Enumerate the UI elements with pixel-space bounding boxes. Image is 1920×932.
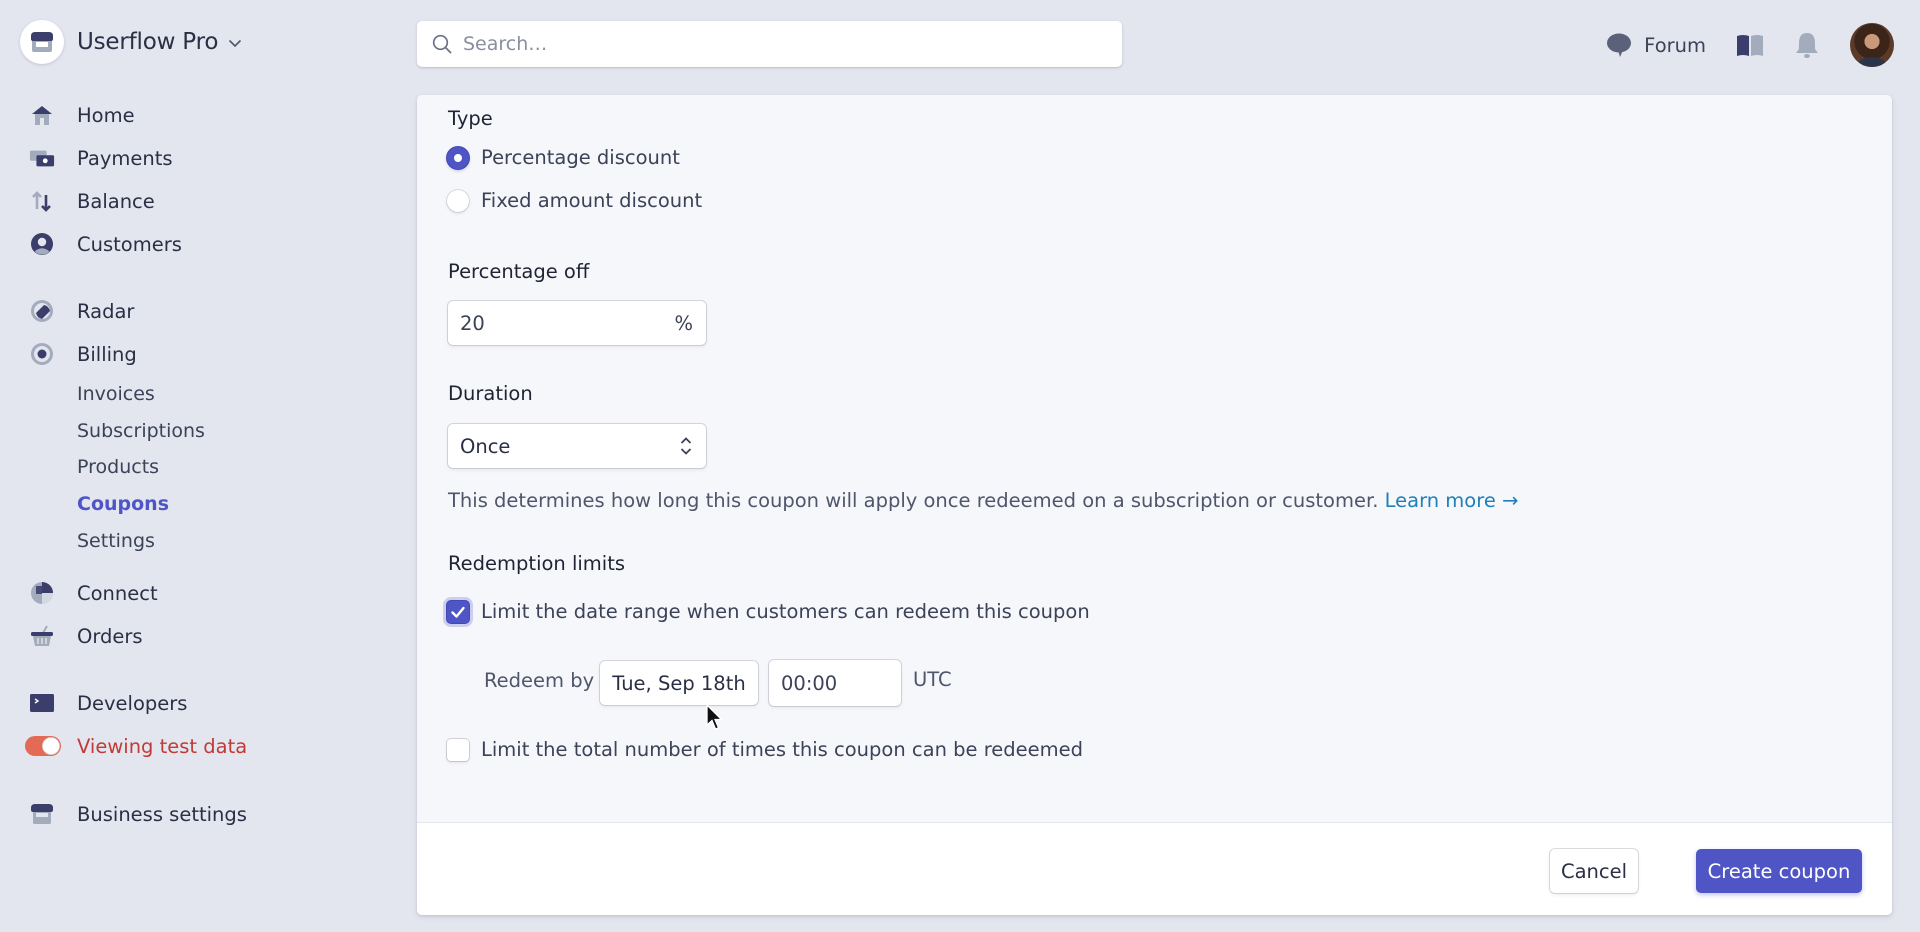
search-input[interactable]: [463, 33, 1063, 55]
business-settings-icon: [29, 801, 55, 827]
limit-date-range-option[interactable]: Limit the date range when customers can …: [447, 600, 1090, 623]
billing-icon: [29, 341, 55, 367]
redemption-limits-label: Redemption limits: [448, 552, 626, 575]
account-switcher[interactable]: Userflow Pro: [20, 20, 242, 64]
chat-bubble-icon: [1607, 33, 1632, 57]
select-arrows-icon: [680, 437, 692, 455]
mouse-cursor-icon: [706, 704, 724, 730]
forum-link[interactable]: Forum: [1606, 32, 1706, 58]
notifications-bell-icon[interactable]: [1794, 31, 1820, 59]
percentage-off-input[interactable]: [460, 311, 660, 335]
duration-select[interactable]: Once: [448, 424, 706, 468]
create-coupon-button[interactable]: Create coupon: [1696, 849, 1862, 893]
redeem-time-field[interactable]: [769, 660, 901, 706]
limit-redemption-count-checkbox[interactable]: [447, 738, 469, 761]
balance-icon: [29, 188, 55, 214]
radio-fixed-amount-discount[interactable]: Fixed amount discount: [447, 189, 702, 212]
customers-icon: [29, 231, 55, 257]
limit-date-range-checkbox[interactable]: [447, 600, 469, 623]
orders-icon: [29, 623, 55, 649]
timezone-label: UTC: [913, 668, 952, 691]
panel-footer: Cancel Create coupon: [417, 822, 1892, 915]
coupon-form: Type Percentage discount Fixed amount di…: [417, 95, 1892, 822]
redeem-date-value: Tue, Sep 18th: [612, 671, 746, 695]
redeem-by-label: Redeem by: [484, 669, 595, 692]
redeem-time-input[interactable]: [781, 671, 891, 695]
home-icon: [29, 102, 55, 128]
docs-book-icon[interactable]: [1736, 33, 1764, 57]
percentage-off-label: Percentage off: [448, 260, 590, 283]
limit-redemption-count-option[interactable]: Limit the total number of times this cou…: [447, 738, 1083, 761]
user-avatar[interactable]: [1850, 23, 1894, 67]
radio-button[interactable]: [447, 146, 469, 169]
cancel-button[interactable]: Cancel: [1550, 849, 1638, 893]
checkmark-icon: [451, 606, 465, 618]
percentage-off-field[interactable]: %: [448, 301, 706, 345]
top-actions: Forum: [1606, 22, 1894, 68]
payments-icon: [29, 145, 55, 171]
radio-percentage-discount[interactable]: Percentage discount: [447, 146, 680, 169]
create-coupon-panel: Type Percentage discount Fixed amount di…: [417, 95, 1892, 915]
toggle-icon: [24, 733, 62, 759]
search-icon: [432, 34, 452, 54]
developers-icon: [29, 690, 55, 716]
percent-suffix: %: [674, 311, 693, 335]
connect-icon: [29, 580, 55, 606]
type-label: Type: [448, 107, 493, 130]
duration-selected-value: Once: [460, 434, 511, 458]
learn-more-link[interactable]: Learn more →: [1385, 489, 1519, 512]
account-name: Userflow Pro: [77, 29, 219, 55]
radio-button[interactable]: [447, 189, 469, 212]
radar-icon: [29, 298, 55, 324]
chevron-down-icon: [229, 39, 242, 47]
store-icon: [20, 20, 64, 64]
duration-help: This determines how long this coupon wil…: [448, 489, 1518, 512]
redeem-date-picker[interactable]: Tue, Sep 18th: [600, 661, 758, 705]
duration-help-text: This determines how long this coupon wil…: [448, 489, 1379, 512]
duration-label: Duration: [448, 382, 533, 405]
search-bar[interactable]: [417, 21, 1122, 67]
